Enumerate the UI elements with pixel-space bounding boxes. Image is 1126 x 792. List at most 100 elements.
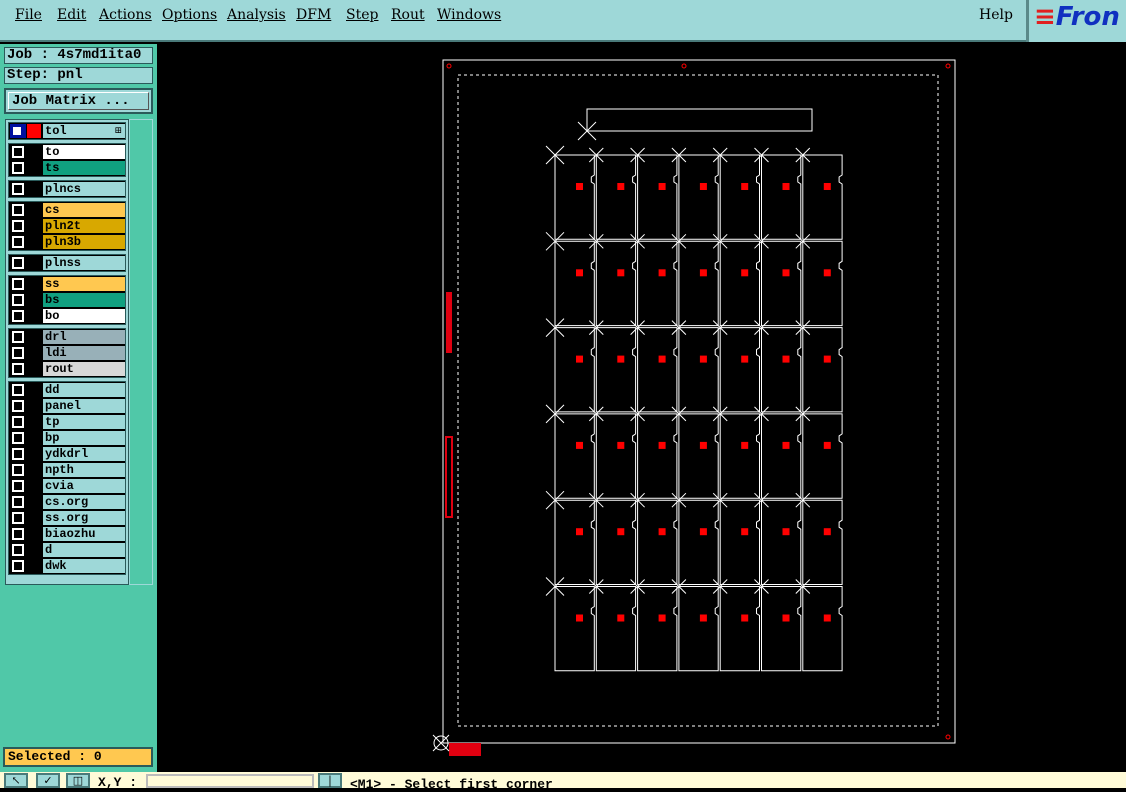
pcb-unit-outline <box>802 327 843 413</box>
layer-checkbox[interactable] <box>12 220 24 232</box>
layer-row[interactable]: ss.org <box>9 510 125 526</box>
menu-analysis[interactable]: Analysis <box>227 7 286 23</box>
snap-button[interactable]: | <box>318 773 342 788</box>
layer-checkbox[interactable] <box>12 512 24 524</box>
layer-checkbox[interactable] <box>12 544 24 556</box>
layer-checkbox[interactable] <box>12 331 24 343</box>
layer-checkbox[interactable] <box>12 257 24 269</box>
layer-checkbox[interactable] <box>12 480 24 492</box>
layer-row[interactable]: bo <box>9 308 125 324</box>
layer-row[interactable]: npth <box>9 462 125 478</box>
layer-checkbox[interactable] <box>12 310 24 322</box>
menu-options[interactable]: Options <box>162 7 217 23</box>
menu-edit[interactable]: Edit <box>57 7 86 23</box>
pcb-unit-outline <box>595 499 637 585</box>
layer-group: plnss <box>8 254 126 272</box>
pcb-unit-pad <box>617 528 625 536</box>
window-tool-button[interactable]: ◫ <box>66 773 90 788</box>
layer-row[interactable]: ss <box>9 276 125 292</box>
layer-checkbox[interactable] <box>12 146 24 158</box>
coordinate-input[interactable] <box>146 774 314 788</box>
layer-row[interactable]: to <box>9 144 125 160</box>
pcb-unit-pad <box>576 614 583 622</box>
layer-checkbox[interactable] <box>12 347 24 359</box>
layer-checkbox[interactable] <box>12 560 24 572</box>
pcb-unit-outline <box>719 327 760 413</box>
corner-target <box>446 63 452 69</box>
layer-checkbox[interactable] <box>12 294 24 306</box>
layer-row[interactable]: dwk <box>9 558 125 574</box>
layer-row[interactable]: plncs <box>9 181 125 197</box>
layer-checkbox[interactable] <box>12 464 24 476</box>
layer-checkbox[interactable] <box>12 416 24 428</box>
layer-row[interactable]: pln2t <box>9 218 125 234</box>
layer-checkbox[interactable] <box>12 162 24 174</box>
layer-name: bp <box>43 431 125 445</box>
layer-row[interactable]: tp <box>9 414 125 430</box>
expand-icon[interactable]: ⊞ <box>114 126 122 136</box>
pcb-unit-outline <box>761 327 802 413</box>
layer-name: ydkdrl <box>43 447 125 461</box>
display-checkbox[interactable] <box>10 124 26 138</box>
menu-actions[interactable]: Actions <box>99 7 152 23</box>
menu-help[interactable]: Help <box>979 7 1013 23</box>
pcb-unit-outline <box>554 154 595 240</box>
layer-scroll-area[interactable] <box>129 119 153 585</box>
layer-name: d <box>43 543 125 557</box>
red-text-block <box>449 743 481 756</box>
layer-checkbox[interactable] <box>12 204 24 216</box>
layer-row[interactable]: drl <box>9 329 125 345</box>
layer-group: drl ldi rout <box>8 328 126 378</box>
pointer-tool-button[interactable]: ↖ <box>4 773 28 788</box>
layer-checkbox[interactable] <box>12 448 24 460</box>
pcb-unit-pad <box>699 528 707 536</box>
pcb-unit-pad <box>658 355 666 363</box>
menu-step[interactable]: Step <box>346 7 378 23</box>
layer-row[interactable]: ydkdrl <box>9 446 125 462</box>
layer-row[interactable]: ldi <box>9 345 125 361</box>
layer-checkbox[interactable] <box>12 183 24 195</box>
pcb-unit-outline <box>761 154 802 240</box>
check-tool-button[interactable]: ✓ <box>36 773 60 788</box>
pcb-unit-pad <box>576 528 583 536</box>
layer-row[interactable]: panel <box>9 398 125 414</box>
pcb-unit-pad <box>823 269 831 277</box>
pcb-unit-outline <box>637 154 678 240</box>
layer-row[interactable]: pln3b <box>9 234 125 250</box>
layer-row[interactable]: cs.org <box>9 494 125 510</box>
layer-row[interactable]: d <box>9 542 125 558</box>
layer-row[interactable]: dd <box>9 382 125 398</box>
pcb-unit-pad <box>823 528 831 536</box>
layer-row[interactable]: biaozhu <box>9 526 125 542</box>
layer-name: panel <box>43 399 125 413</box>
layer-name: dwk <box>43 559 125 573</box>
menu-file[interactable]: File <box>15 7 42 23</box>
layer-row[interactable]: bs <box>9 292 125 308</box>
layer-name: ss.org <box>43 511 125 525</box>
menu-dfm[interactable]: DFM <box>296 7 331 23</box>
layer-row[interactable]: cs <box>9 202 125 218</box>
layer-row[interactable]: cvia <box>9 478 125 494</box>
layer-checkbox[interactable] <box>12 528 24 540</box>
layer-row[interactable]: rout <box>9 361 125 377</box>
pcb-unit-pad <box>741 528 749 536</box>
layer-header-row[interactable]: tol ⊞ <box>8 122 126 140</box>
pcb-unit-pad <box>782 355 790 363</box>
layer-checkbox[interactable] <box>12 432 24 444</box>
layer-row[interactable]: bp <box>9 430 125 446</box>
layer-row[interactable]: ts <box>9 160 125 176</box>
pcb-unit-pad <box>823 355 831 363</box>
layer-checkbox[interactable] <box>12 363 24 375</box>
menu-windows[interactable]: Windows <box>437 7 501 23</box>
graphics-canvas[interactable] <box>157 44 1126 772</box>
layer-checkbox[interactable] <box>12 400 24 412</box>
layer-checkbox[interactable] <box>12 236 24 248</box>
menu-rout[interactable]: Rout <box>391 7 425 23</box>
pcb-unit-outline <box>719 413 760 499</box>
layer-checkbox[interactable] <box>12 278 24 290</box>
layer-row[interactable]: plnss <box>9 255 125 271</box>
job-matrix-button[interactable]: Job Matrix ... <box>4 88 153 114</box>
layer-checkbox[interactable] <box>12 496 24 508</box>
pcb-unit-outline <box>719 154 760 240</box>
layer-checkbox[interactable] <box>12 384 24 396</box>
